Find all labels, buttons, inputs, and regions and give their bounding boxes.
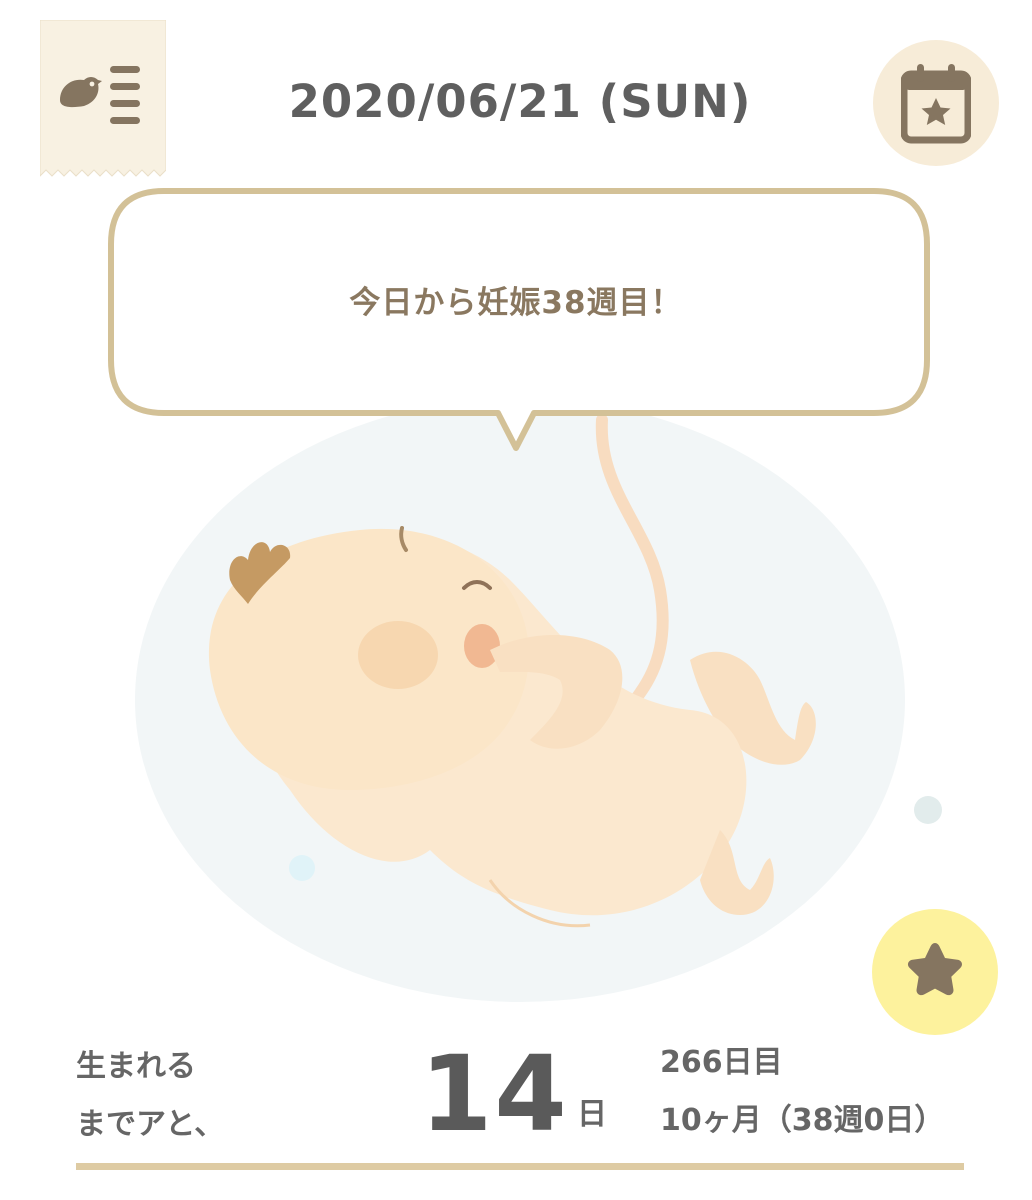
bird-list-icon (40, 20, 166, 177)
days-remaining-number: 14 (420, 1033, 569, 1155)
fetus-illustration (135, 410, 942, 1002)
calendar-button[interactable] (873, 40, 999, 166)
pregnancy-week-message: 今日から妊娠38週目！ (349, 285, 683, 321)
pregnancy-day-count: 266日目 (660, 1045, 783, 1080)
calendar-star-icon (901, 64, 971, 144)
star-icon (907, 943, 963, 996)
countdown-label-line1: 生まれる (76, 1049, 196, 1084)
countdown-label-line2: までアと、 (76, 1107, 225, 1142)
countdown-label: 生まれる までアと、 (76, 1038, 336, 1154)
pregnancy-progress: 266日目 10ヶ月（38週0日） (660, 1034, 1000, 1150)
menu-button[interactable] (40, 20, 166, 178)
days-remaining-unit: 日 (577, 1097, 607, 1132)
pregnancy-month-week: 10ヶ月（38週0日） (660, 1103, 945, 1138)
favorite-button[interactable] (872, 909, 998, 1035)
page-title: 2020/06/21 (SUN) (288, 75, 752, 128)
bottom-divider (76, 1163, 964, 1170)
